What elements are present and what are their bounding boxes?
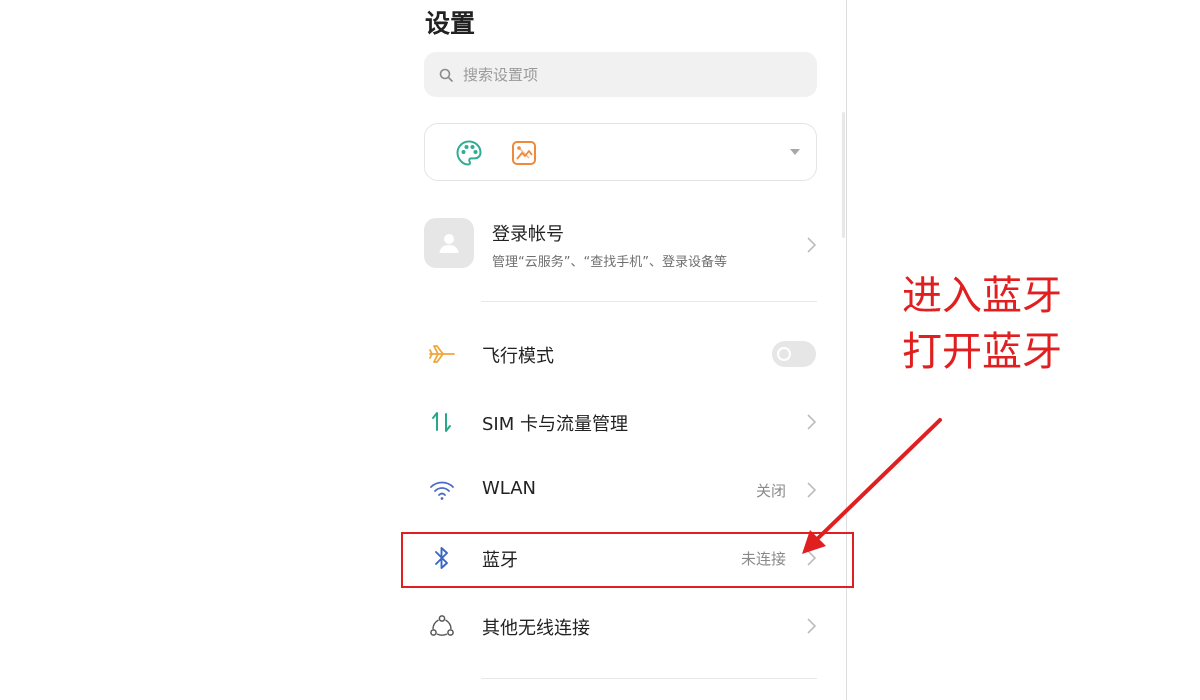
sim-data-icon bbox=[428, 409, 456, 435]
theme-shortcut-card[interactable] bbox=[424, 123, 817, 181]
annotation-text: 进入蓝牙 打开蓝牙 bbox=[902, 268, 1062, 380]
account-login-row[interactable]: 登录帐号 管理“云服务”、“查找手机”、登录设备等 bbox=[424, 214, 820, 274]
section-divider bbox=[481, 301, 817, 302]
setting-label: WLAN bbox=[482, 478, 537, 499]
section-divider bbox=[481, 678, 817, 679]
chevron-right-icon bbox=[804, 617, 818, 635]
setting-row-wlan[interactable]: WLAN 关闭 bbox=[424, 465, 820, 515]
chevron-right-icon bbox=[804, 236, 818, 254]
setting-row-other-wireless[interactable]: 其他无线连接 bbox=[424, 601, 820, 651]
airplane-icon bbox=[428, 341, 456, 367]
page-title: 设置 bbox=[425, 9, 476, 38]
wallpaper-icon[interactable] bbox=[511, 140, 537, 166]
search-bar[interactable] bbox=[424, 52, 817, 97]
avatar-icon bbox=[424, 218, 474, 268]
scrollbar[interactable] bbox=[842, 112, 845, 238]
setting-row-sim[interactable]: SIM 卡与流量管理 bbox=[424, 397, 820, 447]
setting-label: SIM 卡与流量管理 bbox=[482, 414, 628, 435]
palette-icon[interactable] bbox=[455, 139, 483, 167]
annotation-line-1: 进入蓝牙 bbox=[902, 273, 1062, 319]
annotation-line-2: 打开蓝牙 bbox=[902, 329, 1062, 375]
other-wireless-icon bbox=[428, 613, 456, 639]
wifi-icon bbox=[428, 477, 456, 503]
setting-label: 其他无线连接 bbox=[482, 618, 590, 639]
annotation-arrow-icon bbox=[802, 418, 942, 554]
airplane-mode-toggle[interactable] bbox=[772, 341, 816, 367]
search-input[interactable] bbox=[461, 64, 785, 85]
setting-label: 飞行模式 bbox=[482, 346, 554, 367]
dropdown-caret-icon[interactable] bbox=[790, 149, 800, 155]
account-subtitle: 管理“云服务”、“查找手机”、登录设备等 bbox=[492, 255, 727, 270]
setting-row-airplane-mode[interactable]: 飞行模式 bbox=[424, 329, 820, 379]
bluetooth-highlight-box bbox=[401, 532, 854, 588]
panel-divider bbox=[846, 0, 847, 700]
search-icon bbox=[438, 67, 454, 83]
wlan-status: 关闭 bbox=[755, 482, 786, 500]
account-title: 登录帐号 bbox=[492, 224, 564, 245]
